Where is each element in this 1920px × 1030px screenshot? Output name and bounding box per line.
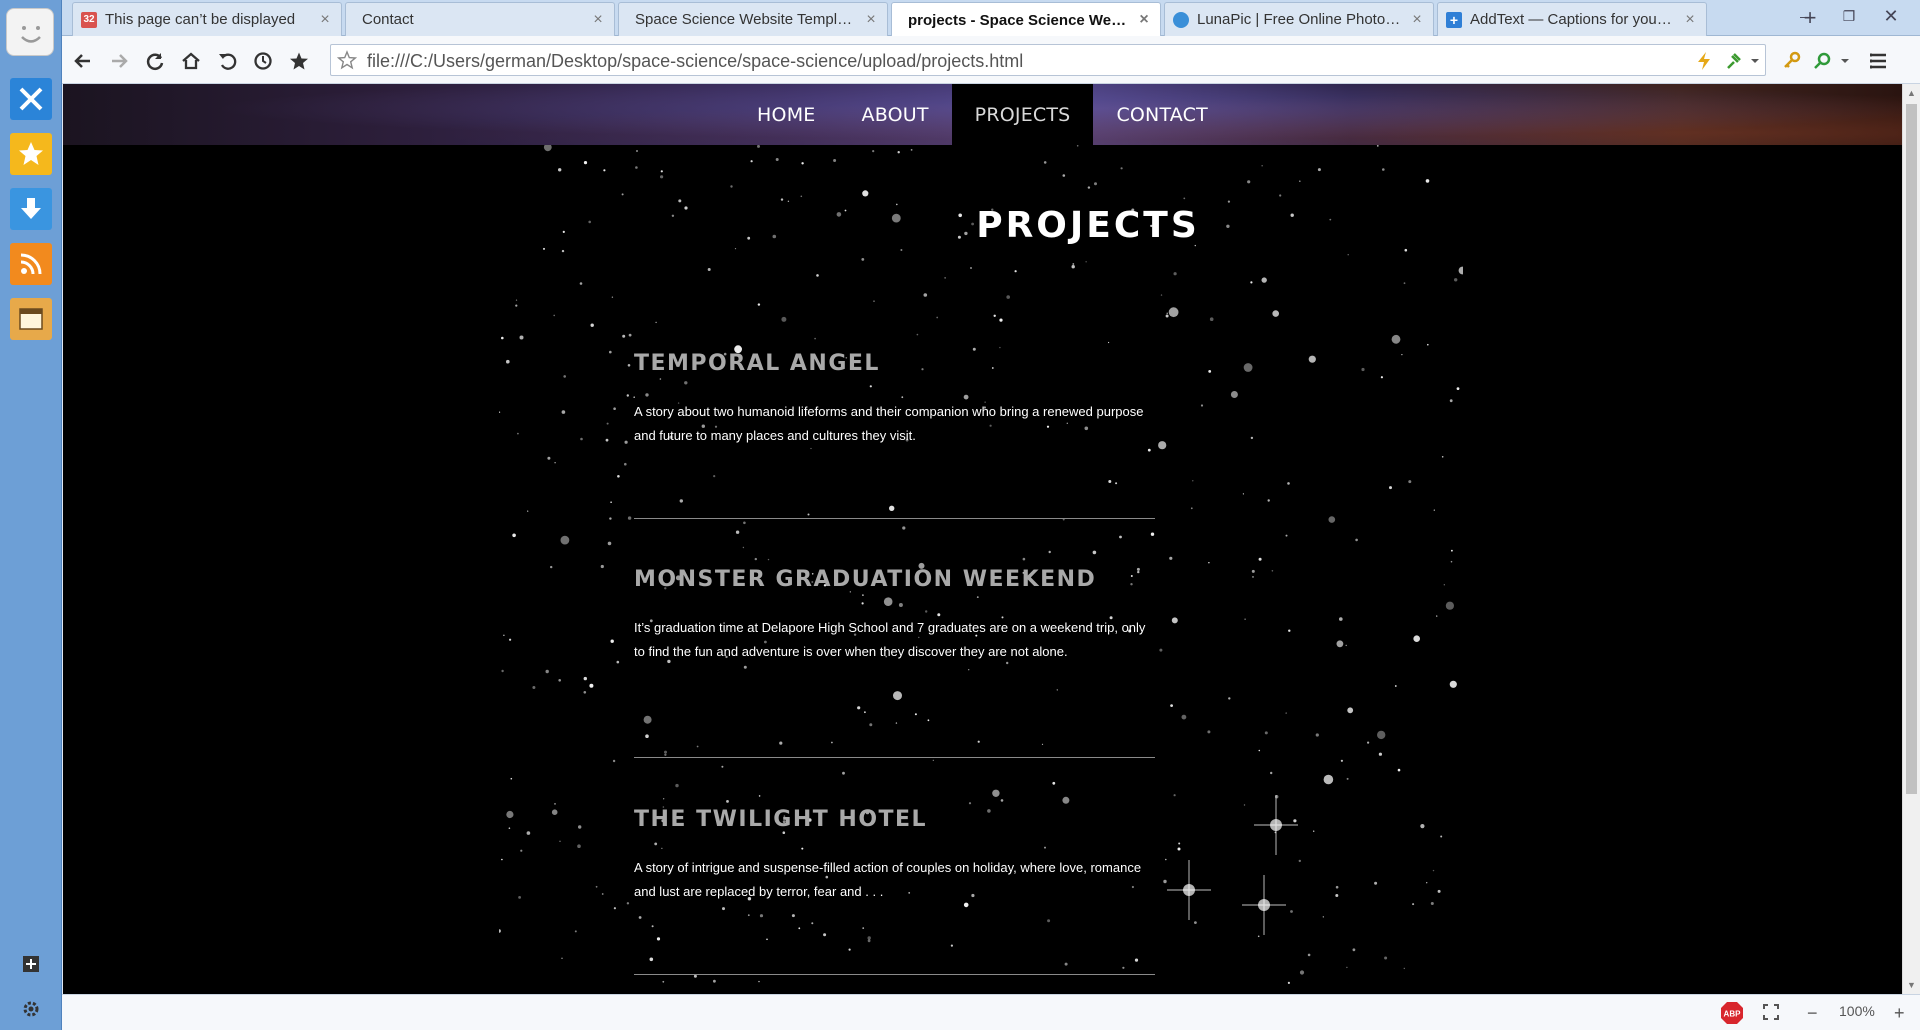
history-icon[interactable] (250, 48, 276, 74)
favorites-icon[interactable] (10, 133, 52, 175)
scroll-down-icon[interactable]: ▼ (1907, 980, 1916, 990)
status-bar: ABP − 100% + (62, 994, 1920, 1030)
zoom-level[interactable]: 100% (1839, 1003, 1875, 1019)
nav-contact[interactable]: CONTACT (1093, 84, 1231, 145)
notes-icon[interactable] (10, 298, 52, 340)
tab-lunapic[interactable]: LunaPic | Free Online Photo Ed... × (1164, 2, 1434, 36)
nav-projects[interactable]: PROJECTS (951, 84, 1094, 145)
close-tab-icon[interactable]: × (1682, 11, 1698, 29)
main-menu-icon[interactable] (1865, 48, 1891, 74)
tab-title: projects - Space Science Websi... (908, 11, 1130, 29)
tab-projects[interactable]: projects - Space Science Websi... × (891, 2, 1161, 37)
bookmark-star-icon[interactable] (336, 50, 358, 75)
minimize-icon[interactable]: — (1790, 4, 1824, 28)
project-description: It’s graduation time at Delapore High Sc… (634, 620, 1146, 659)
forward-icon[interactable] (106, 48, 132, 74)
project-divider (634, 518, 1155, 519)
bookmarks-icon[interactable] (286, 48, 312, 74)
home-icon[interactable] (178, 48, 204, 74)
project-description: A story of intrigue and suspense-filled … (634, 860, 1142, 899)
tab-title: Space Science Website Template... (635, 11, 857, 28)
close-tab-icon[interactable]: × (317, 11, 333, 29)
page-viewport: HOME ABOUT PROJECTS CONTACT PROJECTS TEM… (63, 84, 1902, 994)
project-title: MONSTER GRADUATION WEEKEND (634, 567, 1097, 592)
settings-gear-icon[interactable] (19, 997, 43, 1021)
close-tab-icon[interactable]: × (1409, 11, 1425, 29)
url-text: file:///C:/Users/german/Desktop/space-sc… (367, 51, 1024, 71)
tab-space-science-template[interactable]: Space Science Website Template... × (618, 2, 888, 36)
project-divider (634, 757, 1155, 758)
tab-contact[interactable]: Contact × (345, 2, 615, 36)
lightning-extension-icon[interactable] (1695, 51, 1713, 76)
dropdown-chevron-icon[interactable] (1749, 51, 1761, 76)
close-tab-icon[interactable]: × (1136, 11, 1152, 29)
scrollbar-thumb[interactable] (1906, 104, 1917, 794)
menu-chevron-icon[interactable] (1832, 48, 1858, 74)
vertical-scrollbar[interactable]: ▲ ▼ (1902, 84, 1920, 994)
pin-extension-icon[interactable] (1725, 51, 1743, 76)
project-item: THE TWILIGHT HOTEL A story of intrigue a… (634, 807, 1155, 904)
projects-content: PROJECTS TEMPORAL ANGEL A story about tw… (499, 145, 1463, 994)
rss-feed-icon[interactable] (10, 243, 52, 285)
project-description: A story about two humanoid lifeforms and… (634, 404, 1144, 443)
page-title: PROJECTS (976, 205, 1200, 246)
tab-title: LunaPic | Free Online Photo Ed... (1197, 11, 1403, 28)
tab-error-page[interactable]: 32 This page can’t be displayed × (72, 2, 342, 36)
tools-icon[interactable] (10, 78, 52, 120)
nav-home[interactable]: HOME (734, 84, 838, 145)
undo-close-tab-icon[interactable] (214, 48, 240, 74)
adblock-icon[interactable]: ABP (1720, 1001, 1744, 1028)
addtext-icon: + (1446, 11, 1462, 28)
downloads-icon[interactable] (10, 188, 52, 230)
key-icon[interactable] (1779, 48, 1805, 74)
svg-text:ABP: ABP (1724, 1010, 1742, 1019)
lunapic-icon (1173, 11, 1189, 28)
close-tab-icon[interactable]: × (590, 11, 606, 29)
zoom-in-icon[interactable]: + (1894, 1003, 1905, 1024)
reload-icon[interactable] (142, 48, 168, 74)
browser-logo[interactable] (6, 8, 54, 56)
fullscreen-icon[interactable] (1762, 1003, 1780, 1024)
tab-strip: 32 This page can’t be displayed × Contac… (62, 0, 1920, 37)
nav-about[interactable]: ABOUT (839, 84, 952, 145)
zoom-out-icon[interactable]: − (1807, 1003, 1818, 1024)
add-panel-icon[interactable] (19, 952, 43, 976)
site-nav: HOME ABOUT PROJECTS CONTACT (63, 84, 1902, 145)
project-title: TEMPORAL ANGEL (634, 351, 880, 376)
restore-icon[interactable]: ❐ (1832, 4, 1866, 28)
address-bar[interactable]: file:///C:/Users/german/Desktop/space-sc… (330, 44, 1766, 76)
tab-title: This page can’t be displayed (105, 11, 296, 28)
calendar-icon: 32 (81, 11, 97, 28)
tab-title: Contact (362, 11, 414, 28)
tab-title: AddText — Captions for your ... (1470, 11, 1676, 28)
back-icon[interactable] (70, 48, 96, 74)
project-divider (634, 974, 1155, 975)
browser-toolbar: file:///C:/Users/german/Desktop/space-sc… (62, 36, 1920, 84)
close-window-icon[interactable]: ✕ (1874, 4, 1908, 28)
project-item: TEMPORAL ANGEL A story about two humanoi… (634, 351, 1155, 448)
browser-sidebar (0, 0, 62, 1030)
project-item: MONSTER GRADUATION WEEKEND It’s graduati… (634, 567, 1155, 664)
close-tab-icon[interactable]: × (863, 11, 879, 29)
scroll-up-icon[interactable]: ▲ (1907, 88, 1916, 98)
tab-addtext[interactable]: + AddText — Captions for your ... × (1437, 2, 1707, 36)
project-title: THE TWILIGHT HOTEL (634, 807, 928, 832)
